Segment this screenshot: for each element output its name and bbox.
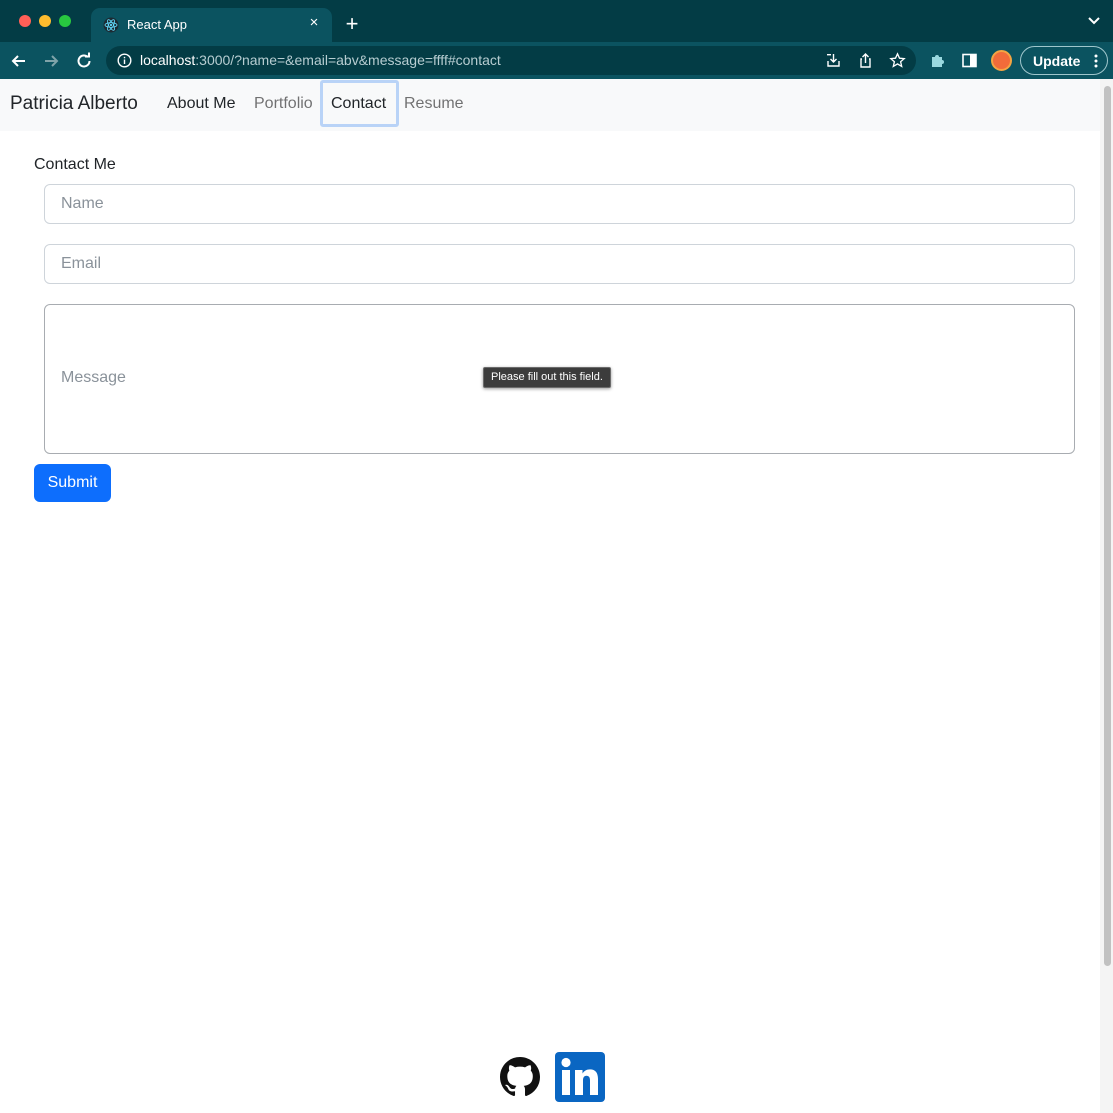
site-navbar: Patricia Alberto About Me Portfolio Cont…: [0, 79, 1100, 131]
side-panel-icon[interactable]: [961, 52, 978, 69]
arrow-left-icon: [11, 55, 25, 67]
profile-avatar[interactable]: [991, 50, 1012, 71]
contact-section-title: Contact Me: [34, 156, 116, 173]
share-icon[interactable]: [857, 52, 874, 69]
new-tab-button[interactable]: +: [341, 13, 363, 35]
email-input[interactable]: [44, 244, 1075, 284]
info-icon[interactable]: [117, 53, 132, 68]
arrow-right-icon: [45, 55, 59, 67]
tab-close-icon[interactable]: ×: [306, 15, 322, 31]
react-logo-icon: [103, 17, 119, 33]
extensions-puzzle-icon[interactable]: [929, 52, 946, 69]
browser-tab[interactable]: React App ×: [91, 8, 332, 42]
nav-link-about-me[interactable]: About Me: [167, 95, 235, 113]
tab-title: React App: [127, 17, 187, 32]
maximize-window-button[interactable]: [59, 15, 71, 27]
site-brand[interactable]: Patricia Alberto: [10, 93, 138, 115]
browser-titlebar: React App × +: [0, 0, 1113, 42]
update-button-label: Update: [1033, 53, 1081, 69]
update-button[interactable]: Update: [1020, 46, 1108, 75]
browser-toolbar: localhost:3000/?name=&email=abv&message=…: [0, 42, 1113, 79]
name-input[interactable]: [44, 184, 1075, 224]
url-path: :3000/?name=&email=abv&message=ffff#cont…: [195, 52, 501, 68]
github-icon[interactable]: [500, 1057, 540, 1097]
back-button[interactable]: [9, 51, 29, 71]
reload-button[interactable]: [74, 51, 94, 71]
nav-link-contact[interactable]: Contact: [320, 80, 399, 127]
nav-link-portfolio[interactable]: Portfolio: [254, 95, 313, 113]
page-scrollbar-thumb[interactable]: [1104, 86, 1111, 966]
submit-button[interactable]: Submit: [34, 464, 111, 502]
star-icon[interactable]: [889, 52, 906, 69]
forward-button[interactable]: [41, 51, 61, 71]
url-host: localhost: [140, 52, 196, 68]
chevron-down-icon[interactable]: [1087, 16, 1101, 26]
close-window-button[interactable]: [19, 15, 31, 27]
validation-tooltip: Please fill out this field.: [483, 367, 611, 388]
linkedin-icon[interactable]: [555, 1052, 605, 1102]
install-app-icon[interactable]: [825, 52, 842, 69]
more-vertical-icon[interactable]: [1094, 54, 1098, 68]
nav-link-contact-label: Contact: [331, 95, 387, 112]
url-text: localhost:3000/?name=&email=abv&message=…: [140, 52, 501, 68]
reload-icon: [77, 52, 91, 68]
minimize-window-button[interactable]: [39, 15, 51, 27]
nav-link-resume[interactable]: Resume: [404, 95, 464, 113]
address-bar[interactable]: localhost:3000/?name=&email=abv&message=…: [106, 46, 916, 75]
